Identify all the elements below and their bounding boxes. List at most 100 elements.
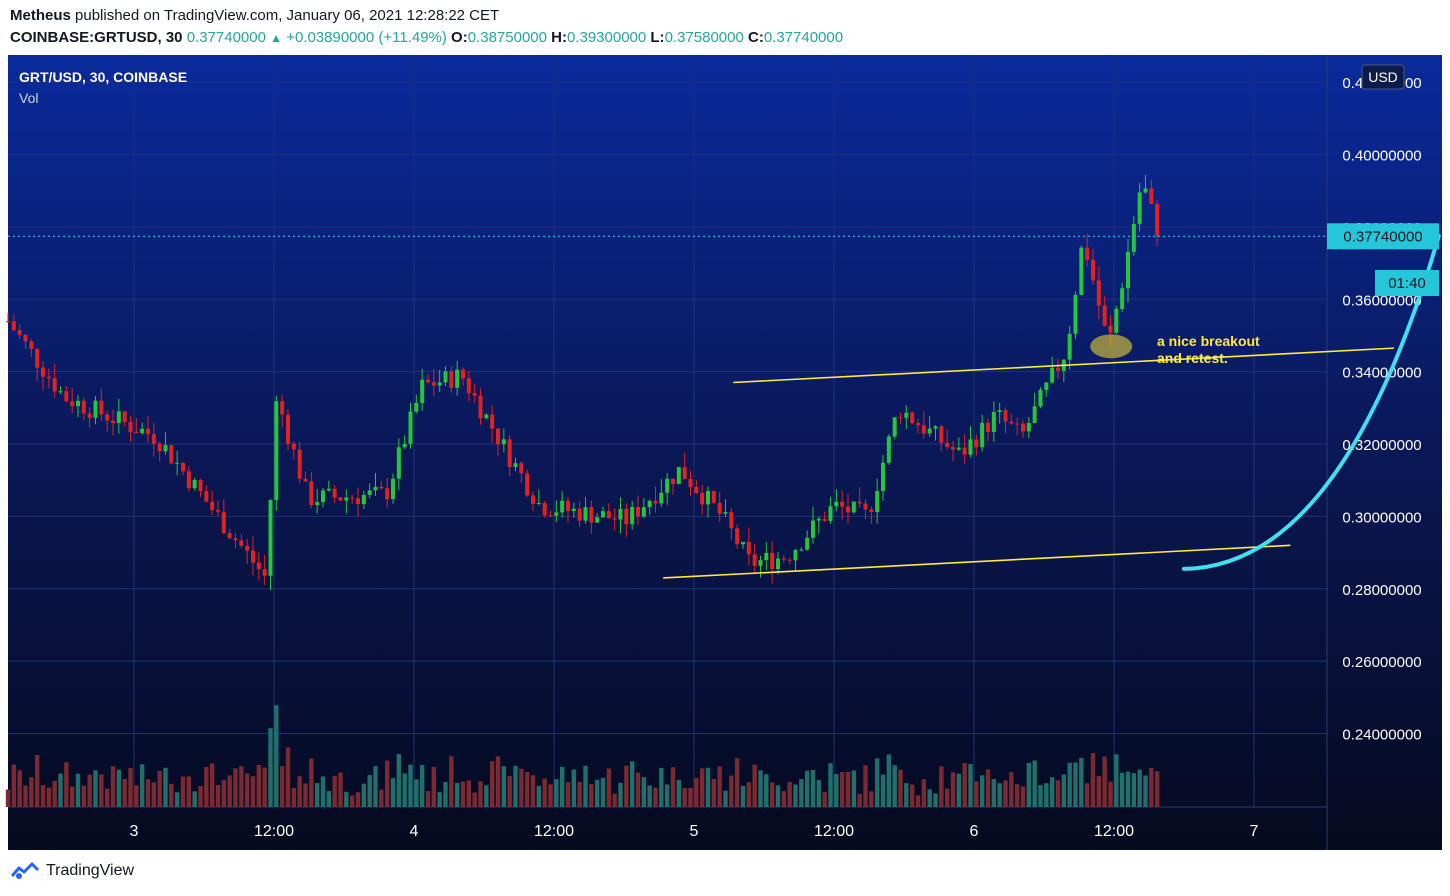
candle-body bbox=[886, 436, 891, 463]
candle-body bbox=[1021, 423, 1025, 432]
volume-bar bbox=[822, 791, 827, 807]
volume-bar bbox=[338, 772, 343, 807]
volume-bar bbox=[1154, 771, 1160, 807]
candle-body bbox=[1073, 294, 1078, 334]
volume-bar bbox=[349, 795, 355, 807]
candle-body bbox=[939, 426, 944, 443]
volume-bar bbox=[309, 758, 314, 807]
candle-body bbox=[741, 541, 745, 545]
volume-bar bbox=[944, 788, 950, 807]
volume-bar bbox=[997, 783, 1002, 807]
price-chart[interactable]: 0.420000000.400000000.380000000.36000000… bbox=[0, 55, 1450, 851]
candle-body bbox=[933, 426, 938, 429]
candle-body bbox=[927, 428, 932, 434]
candle-body bbox=[606, 511, 611, 519]
candle-body bbox=[1003, 410, 1008, 422]
volume-bar bbox=[915, 795, 921, 807]
candle-body bbox=[1079, 247, 1084, 295]
volume-bar bbox=[781, 791, 787, 807]
candle-body bbox=[93, 400, 98, 418]
volume-bar bbox=[64, 762, 69, 807]
volume-bar bbox=[845, 771, 851, 807]
candle-body bbox=[99, 400, 104, 415]
candle-body bbox=[332, 488, 337, 498]
volume-bar bbox=[250, 776, 256, 807]
volume-bar bbox=[729, 775, 734, 807]
volume-bar bbox=[583, 765, 588, 807]
volume-bar bbox=[927, 789, 932, 807]
volume-bar bbox=[454, 782, 460, 807]
volume-bar bbox=[204, 766, 209, 807]
volume-bar bbox=[443, 781, 448, 807]
candle-body bbox=[507, 439, 512, 467]
candle-body bbox=[169, 445, 174, 464]
volume-bar bbox=[746, 782, 752, 807]
candle-body bbox=[956, 447, 961, 450]
candle-body bbox=[105, 414, 110, 421]
volume-bar bbox=[408, 764, 413, 807]
candle-body bbox=[711, 490, 716, 503]
volume-bar bbox=[752, 764, 757, 807]
candle-body bbox=[799, 549, 804, 551]
candle-body bbox=[898, 417, 903, 419]
candle-body bbox=[851, 501, 856, 513]
volume-bar bbox=[548, 784, 553, 807]
volume-bar bbox=[192, 791, 197, 807]
close-label: C: bbox=[747, 29, 764, 46]
candle-body bbox=[1026, 423, 1031, 432]
volume-bar bbox=[606, 768, 612, 807]
candle-body bbox=[612, 518, 617, 520]
volume-bar bbox=[688, 787, 693, 807]
candle-body bbox=[997, 410, 1002, 412]
candle-body bbox=[472, 393, 477, 396]
open-value: 0.38750000 bbox=[467, 29, 547, 46]
volume-bar bbox=[985, 769, 991, 807]
candle-body bbox=[881, 462, 885, 491]
volume-bar bbox=[174, 792, 180, 807]
volume-bar bbox=[11, 764, 17, 807]
candle-body bbox=[17, 330, 22, 335]
volume-bar bbox=[1131, 773, 1137, 807]
author-name: Metheus bbox=[10, 7, 71, 24]
candle-body bbox=[531, 495, 535, 504]
volume-bar bbox=[314, 783, 320, 807]
currency-button[interactable]: USD bbox=[1361, 64, 1405, 90]
volume-bar bbox=[857, 793, 862, 807]
candle-body bbox=[770, 552, 775, 569]
volume-bar bbox=[29, 777, 34, 807]
volume-bar bbox=[670, 767, 676, 807]
candle-body bbox=[466, 378, 471, 394]
volume-bar bbox=[839, 772, 845, 807]
candle-body bbox=[140, 428, 145, 434]
volume-bar bbox=[75, 773, 81, 807]
candle-body bbox=[350, 497, 355, 499]
volume-bar bbox=[58, 773, 63, 807]
candle-body bbox=[251, 550, 255, 563]
volume-bar bbox=[425, 791, 431, 807]
footer-brand: TradingView bbox=[46, 862, 135, 879]
candle-body bbox=[431, 382, 436, 386]
candle-body bbox=[805, 537, 810, 550]
candle-body bbox=[863, 503, 868, 510]
volume-bar bbox=[285, 747, 291, 807]
candle-body bbox=[682, 467, 687, 480]
volume-bar bbox=[437, 792, 442, 807]
candle-body bbox=[70, 401, 75, 407]
volume-bar bbox=[618, 782, 623, 807]
volume-bar bbox=[1079, 757, 1084, 807]
retest-highlight[interactable] bbox=[1090, 334, 1133, 359]
volume-bar bbox=[256, 764, 262, 807]
candle-body bbox=[245, 545, 250, 551]
candle-body bbox=[1126, 251, 1130, 289]
annotation-line-1: a nice breakout bbox=[1157, 333, 1260, 349]
volume-bar bbox=[559, 766, 565, 807]
low-value: 0.37580000 bbox=[664, 29, 744, 46]
candle-body bbox=[76, 400, 80, 407]
volume-bar bbox=[134, 785, 139, 807]
candle-body bbox=[921, 425, 926, 434]
time-tick-label: 7 bbox=[1250, 823, 1259, 840]
volume-bar bbox=[612, 793, 617, 807]
volume-bar bbox=[804, 770, 810, 807]
candle-body bbox=[151, 434, 156, 444]
candle-body bbox=[729, 512, 734, 529]
